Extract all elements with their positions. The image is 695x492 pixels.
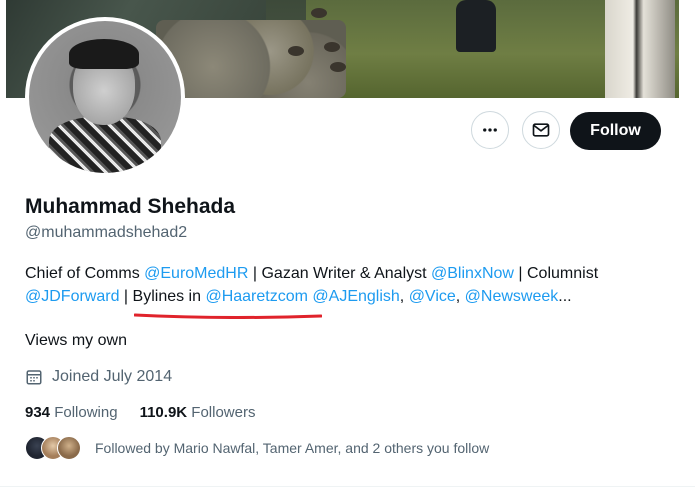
following-count: 934 [25,404,51,421]
bio-text: , [399,288,409,305]
avatar-scarf [49,117,161,173]
banner-rocks [156,20,346,98]
banner-goose [324,42,340,52]
envelope-icon [532,123,550,137]
following-link[interactable]: 934 Following [25,403,118,423]
bio-mention-link[interactable]: @Vice [409,288,456,305]
bio-text: , [455,288,465,305]
following-label: Following [54,404,118,421]
bio-mention-link[interactable]: @JDForward [25,288,119,305]
divider [0,486,695,487]
profile-joined: Joined July 2014 [25,367,172,387]
bio-text: | Bylines in [119,288,206,305]
bio-text: Chief of Comms [25,265,145,282]
bio-text: ... [558,288,572,305]
bio-line-2: @JDForward | Bylines in @Haaretzcom @AJE… [25,285,665,308]
profile-stats: 934 Following 110.9K Followers [25,403,255,423]
avatar-hair [69,39,139,69]
more-horizontal-icon [483,128,497,132]
more-button[interactable] [471,111,509,149]
bio-mention-link[interactable]: @Haaretzcom [205,288,308,305]
banner-goose [288,46,304,56]
bio-mention-link[interactable]: @Newsweek [465,288,559,305]
bio-mention-link[interactable]: @AJEnglish [312,288,399,305]
banner-tree [605,0,675,98]
annotation-underline [134,313,322,319]
profile-name: Muhammad Shehada [25,195,236,218]
calendar-icon [26,370,42,385]
followers-label: Followers [191,404,256,421]
joined-date: Joined July 2014 [52,368,173,385]
follower-avatar [57,436,81,460]
profile-handle: @muhammadshehad2 [25,224,188,241]
profile-avatar[interactable] [25,17,185,177]
bio-mention-link[interactable]: @BlinxNow [431,265,514,282]
profile-location: Views my own [25,332,127,349]
followers-you-know[interactable]: Followed by Mario Nawfal, Tamer Amer, an… [25,436,489,460]
bio-text: | Columnist [513,265,599,282]
follow-button[interactable]: Follow [570,112,661,150]
avatar-photo [29,21,181,173]
profile-bio: Chief of Comms @EuroMedHR | Gazan Writer… [25,262,665,308]
banner-goose [330,62,346,72]
bio-mention-link[interactable]: @EuroMedHR [144,265,248,282]
banner-person [456,0,496,52]
bio-text: | Gazan Writer & Analyst [248,265,432,282]
followers-count: 110.9K [139,404,188,421]
followers-link[interactable]: 110.9K Followers [140,403,256,423]
banner-goose [311,8,327,18]
bio-line-1: Chief of Comms @EuroMedHR | Gazan Writer… [25,262,665,285]
message-button[interactable] [522,111,560,149]
followed-by-text: Followed by Mario Nawfal, Tamer Amer, an… [95,440,490,456]
